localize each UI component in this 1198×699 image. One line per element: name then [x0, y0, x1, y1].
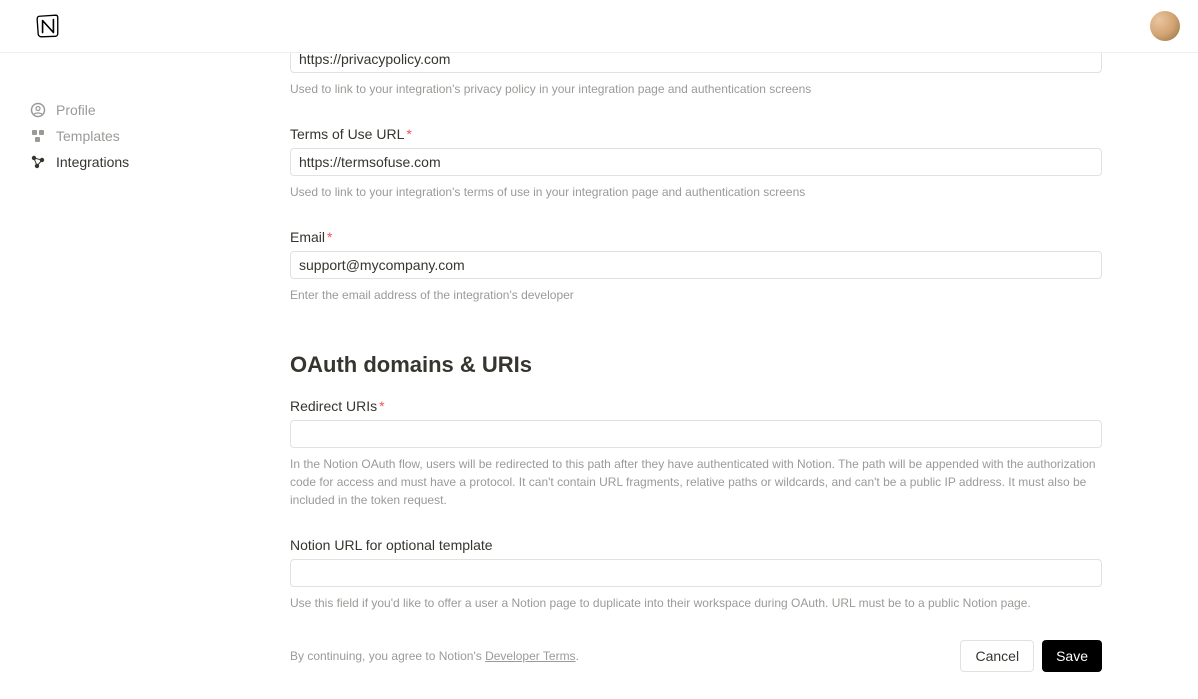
required-asterisk: *: [406, 126, 411, 142]
notion-logo[interactable]: [35, 13, 61, 39]
developer-terms-link[interactable]: Developer Terms: [485, 649, 575, 663]
terms-url-help: Used to link to your integration's terms…: [290, 183, 1102, 201]
cancel-button[interactable]: Cancel: [960, 640, 1034, 672]
required-asterisk: *: [379, 398, 384, 414]
oauth-section-heading: OAuth domains & URIs: [290, 352, 1168, 378]
sidebar-item-profile[interactable]: Profile: [30, 97, 260, 123]
action-buttons: Cancel Save: [960, 640, 1102, 672]
redirect-uris-input[interactable]: [290, 420, 1102, 448]
sidebar-nav: Profile Templates Integrati: [0, 53, 260, 699]
sidebar-item-integrations[interactable]: Integrations: [30, 149, 260, 175]
sidebar-item-label: Templates: [56, 128, 120, 144]
consent-text: By continuing, you agree to Notion's Dev…: [290, 649, 579, 663]
required-asterisk: *: [327, 229, 332, 245]
field-email: Email* Enter the email address of the in…: [290, 229, 1168, 304]
terms-url-label: Terms of Use URL*: [290, 126, 1168, 142]
field-privacy-url: Used to link to your integration's priva…: [290, 53, 1168, 98]
form-footer: By continuing, you agree to Notion's Dev…: [290, 640, 1102, 672]
field-template-url: Notion URL for optional template Use thi…: [290, 537, 1168, 612]
privacy-url-input[interactable]: [290, 53, 1102, 73]
templates-icon: [30, 128, 46, 144]
sidebar-item-label: Integrations: [56, 154, 129, 170]
email-label: Email*: [290, 229, 1168, 245]
integrations-icon: [30, 154, 46, 170]
redirect-uris-label: Redirect URIs*: [290, 398, 1168, 414]
field-terms-url: Terms of Use URL* Used to link to your i…: [290, 126, 1168, 201]
sidebar-item-label: Profile: [56, 102, 96, 118]
main-content: Used to link to your integration's priva…: [260, 53, 1198, 699]
email-help: Enter the email address of the integrati…: [290, 286, 1102, 304]
template-url-help: Use this field if you'd like to offer a …: [290, 594, 1102, 612]
profile-icon: [30, 102, 46, 118]
save-button[interactable]: Save: [1042, 640, 1102, 672]
sidebar-item-templates[interactable]: Templates: [30, 123, 260, 149]
template-url-label: Notion URL for optional template: [290, 537, 1168, 553]
template-url-input[interactable]: [290, 559, 1102, 587]
terms-url-input[interactable]: [290, 148, 1102, 176]
user-avatar[interactable]: [1150, 11, 1180, 41]
email-input[interactable]: [290, 251, 1102, 279]
redirect-uris-help: In the Notion OAuth flow, users will be …: [290, 455, 1102, 509]
privacy-url-help: Used to link to your integration's priva…: [290, 80, 1102, 98]
field-redirect-uris: Redirect URIs* In the Notion OAuth flow,…: [290, 398, 1168, 509]
app-header: [0, 0, 1198, 53]
